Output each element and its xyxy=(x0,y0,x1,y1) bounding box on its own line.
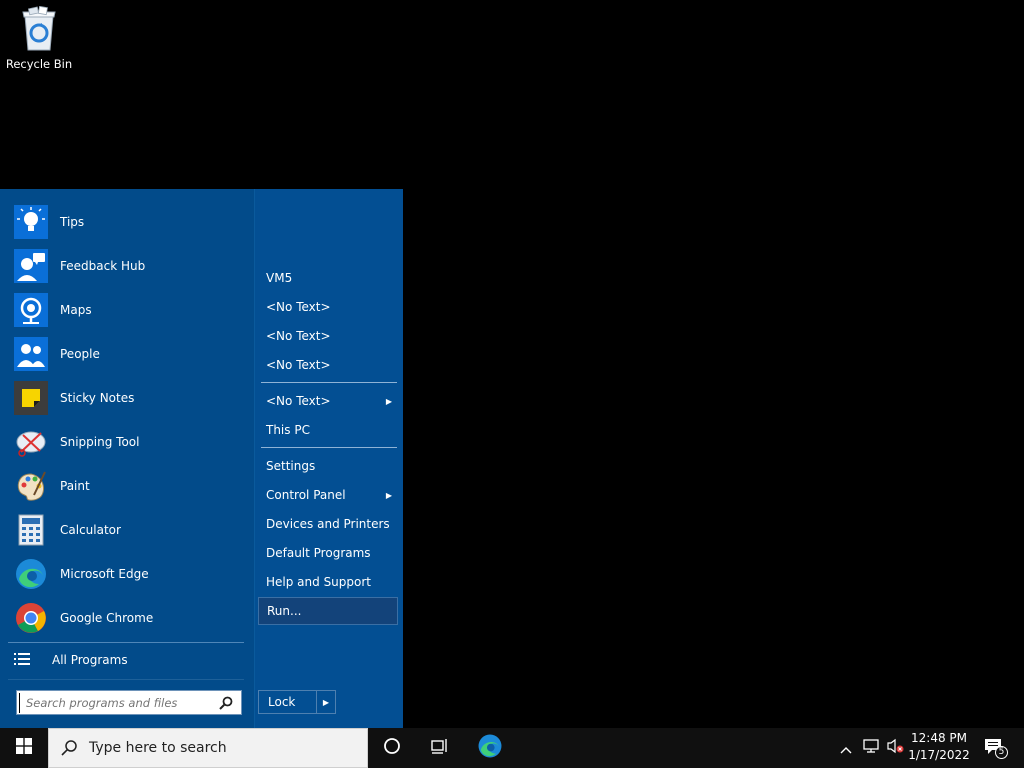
recycle-bin-icon xyxy=(17,5,61,52)
edge-icon xyxy=(477,733,503,763)
places-item-label: Run... xyxy=(267,604,302,618)
lock-split-button[interactable]: Lock ▶ xyxy=(258,690,336,714)
volume-button[interactable] xyxy=(884,728,906,768)
cortana-circle-icon xyxy=(383,737,401,759)
taskbar-search-box[interactable]: Type here to search xyxy=(48,728,368,768)
calculator-icon xyxy=(14,513,48,547)
places-item-default-programs[interactable]: Default Programs xyxy=(258,539,398,567)
program-item-sticky-notes[interactable]: Sticky Notes xyxy=(14,378,246,418)
people-icon xyxy=(14,337,48,371)
show-hidden-icons-button[interactable] xyxy=(836,728,856,768)
places-item-vm5[interactable]: VM5 xyxy=(258,264,398,292)
places-item-label: Settings xyxy=(266,459,316,473)
places-item-label: <No Text> xyxy=(266,358,331,372)
edge-icon xyxy=(14,557,48,591)
program-item-feedback-hub[interactable]: Feedback Hub xyxy=(14,246,246,286)
program-label: Paint xyxy=(60,479,90,493)
places-item-label: VM5 xyxy=(266,271,293,285)
places-item-no-text-3[interactable]: <No Text> xyxy=(258,351,398,379)
chrome-icon xyxy=(14,601,48,635)
places-item-settings[interactable]: Settings xyxy=(258,452,398,480)
submenu-arrow-icon: ▶ xyxy=(385,396,392,406)
clock-time: 12:48 PM xyxy=(911,731,967,745)
start-button[interactable] xyxy=(0,728,48,768)
taskbar-edge-button[interactable] xyxy=(466,728,514,768)
program-label: People xyxy=(60,347,100,361)
sticky-notes-icon xyxy=(14,381,48,415)
desktop-icon-recycle-bin[interactable]: Recycle Bin xyxy=(4,5,74,71)
desktop-icon-label: Recycle Bin xyxy=(5,57,73,71)
divider xyxy=(261,447,397,448)
places-item-control-panel[interactable]: Control Panel ▶ xyxy=(258,481,398,509)
program-item-maps[interactable]: Maps xyxy=(14,290,246,330)
program-item-people[interactable]: People xyxy=(14,334,246,374)
task-view-button[interactable] xyxy=(416,728,464,768)
places-item-label: This PC xyxy=(266,423,310,437)
snipping-tool-icon xyxy=(14,425,48,459)
program-item-calculator[interactable]: Calculator xyxy=(14,510,246,550)
program-label: Snipping Tool xyxy=(60,435,140,449)
program-label: Maps xyxy=(60,303,92,317)
taskbar: Type here to search 12:48 PM 1/17/2022 5 xyxy=(0,728,1024,768)
places-item-this-pc[interactable]: This PC xyxy=(258,416,398,444)
search-icon[interactable] xyxy=(215,692,237,714)
places-item-no-text-4[interactable]: <No Text> ▶ xyxy=(258,387,398,415)
action-center-button[interactable]: 5 xyxy=(974,728,1016,768)
places-item-label: Control Panel xyxy=(266,488,346,502)
places-item-run[interactable]: Run... xyxy=(258,597,398,625)
network-icon xyxy=(862,738,880,758)
places-item-label: Default Programs xyxy=(266,546,371,560)
task-view-icon xyxy=(431,738,449,758)
program-item-microsoft-edge[interactable]: Microsoft Edge xyxy=(14,554,246,594)
submenu-arrow-icon: ▶ xyxy=(385,490,392,500)
places-item-label: Devices and Printers xyxy=(266,517,390,531)
chevron-up-icon xyxy=(840,739,852,758)
paint-palette-icon xyxy=(14,469,48,503)
windows-logo-icon xyxy=(16,738,32,758)
places-item-devices-and-printers[interactable]: Devices and Printers xyxy=(258,510,398,538)
places-item-label: <No Text> xyxy=(266,329,331,343)
places-item-label: <No Text> xyxy=(266,300,331,314)
places-item-no-text-1[interactable]: <No Text> xyxy=(258,293,398,321)
feedback-hub-icon xyxy=(14,249,48,283)
start-menu-search-box[interactable] xyxy=(16,690,242,715)
places-item-label: Help and Support xyxy=(266,575,371,589)
notification-count-badge: 5 xyxy=(995,746,1008,759)
divider xyxy=(8,679,244,680)
start-menu-search-input[interactable] xyxy=(19,692,215,713)
clock-date: 1/17/2022 xyxy=(908,748,970,762)
program-label: Feedback Hub xyxy=(60,259,146,273)
divider xyxy=(8,642,244,643)
program-label: Tips xyxy=(60,215,85,229)
program-item-google-chrome[interactable]: Google Chrome xyxy=(14,598,246,638)
notification-icon: 5 xyxy=(984,738,1008,759)
cortana-button[interactable] xyxy=(368,728,416,768)
program-item-snipping-tool[interactable]: Snipping Tool xyxy=(14,422,246,462)
maps-icon xyxy=(14,293,48,327)
program-label: Microsoft Edge xyxy=(60,567,149,581)
list-icon xyxy=(14,651,30,670)
places-item-label: <No Text> xyxy=(266,394,331,408)
program-item-tips[interactable]: Tips xyxy=(14,202,246,242)
taskbar-clock[interactable]: 12:48 PM 1/17/2022 xyxy=(906,730,972,766)
places-item-no-text-2[interactable]: <No Text> xyxy=(258,322,398,350)
network-status-button[interactable] xyxy=(858,728,884,768)
places-item-help-and-support[interactable]: Help and Support xyxy=(258,568,398,596)
lock-options-arrow-icon[interactable]: ▶ xyxy=(317,691,335,713)
search-icon xyxy=(49,740,89,756)
program-label: Google Chrome xyxy=(60,611,154,625)
volume-muted-icon xyxy=(886,738,904,758)
program-label: Sticky Notes xyxy=(60,391,135,405)
divider xyxy=(261,382,397,383)
tips-lightbulb-icon xyxy=(14,205,48,239)
program-item-paint[interactable]: Paint xyxy=(14,466,246,506)
taskbar-search-placeholder: Type here to search xyxy=(89,740,227,756)
all-programs-label: All Programs xyxy=(52,653,128,667)
all-programs-button[interactable]: All Programs xyxy=(14,648,244,672)
lock-button[interactable]: Lock xyxy=(259,691,317,713)
program-label: Calculator xyxy=(60,523,121,537)
